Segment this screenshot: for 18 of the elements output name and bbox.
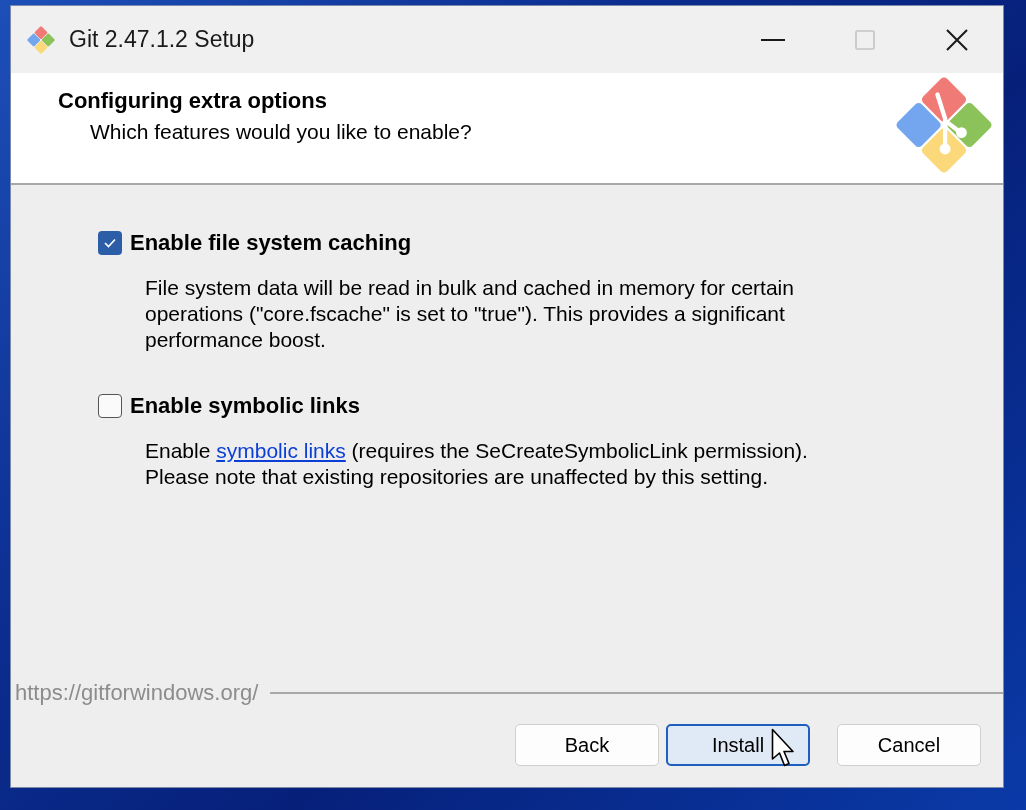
checkbox[interactable]: [98, 394, 122, 418]
window-title: Git 2.47.1.2 Setup: [69, 25, 255, 55]
install-button[interactable]: Install: [666, 724, 810, 766]
option-label[interactable]: Enable symbolic links: [130, 394, 360, 418]
checkmark-icon: [104, 238, 116, 248]
diamond-logo-icon: [27, 25, 55, 54]
option-label[interactable]: Enable file system caching: [130, 231, 412, 255]
option-description: File system data will be read in bulk and cached in memory for certain operations ("core.fscache" is set to "true"). This provides a significant performance boost.: [145, 275, 795, 353]
page-subtitle: Which features would you like to enable?: [90, 119, 472, 145]
mouse-pointer-icon: [771, 728, 795, 768]
back-button[interactable]: Back: [515, 724, 659, 766]
cancel-button[interactable]: Cancel: [837, 724, 981, 766]
option-description: Enable symbolic links (requires the SeCreateSymbolicLink permission). Please note that existing repositories are unaffected by this setting.: [145, 438, 809, 490]
website-url: https://gitforwindows.org/: [15, 681, 259, 705]
page-title: Configuring extra options: [58, 88, 328, 114]
checkbox[interactable]: [98, 231, 122, 255]
description-link[interactable]: symbolic links: [216, 439, 346, 462]
diamond-logo-icon: [895, 76, 993, 174]
